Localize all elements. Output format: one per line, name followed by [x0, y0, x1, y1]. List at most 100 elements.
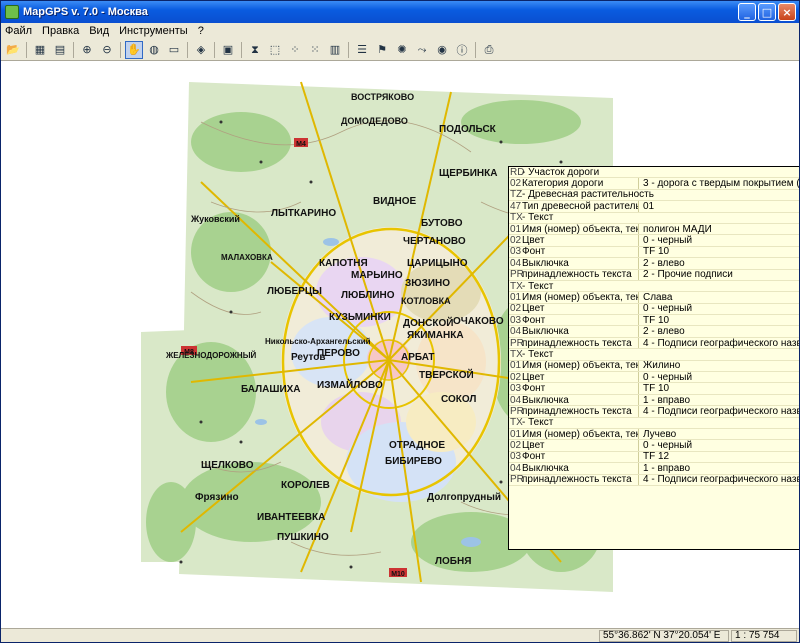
menu-tools[interactable]: Инструменты [119, 25, 188, 37]
map-label: СОКОЛ [441, 394, 476, 405]
info-label: Категория дороги [522, 178, 604, 190]
info-section-header[interactable]: TX - Текст [509, 212, 799, 224]
list-icon[interactable]: ☰ [353, 41, 371, 59]
info-value: 3 - дорога с твердым покрытием (шоссе) [638, 178, 799, 189]
info-section-header[interactable]: TX - Текст [509, 417, 799, 429]
map-label: МАРЬИНО [351, 270, 403, 281]
info-code: 01 [510, 292, 522, 303]
gps-icon[interactable]: ⚑ [373, 41, 391, 59]
info-attribute-row[interactable]: 03 Фонт TF 10 [509, 315, 799, 327]
info-section-header[interactable]: TZ - Древесная растительность [509, 189, 799, 202]
toolbar: 📂 ▦ ▤ ⊕ ⊖ ✋ ◍ ▭ ◈ ▣ ⧗ ⬚ ⁘ ⁙ ▥ ☰ ⚑ ✺ ⤳ ◉ … [1, 39, 799, 61]
map-label: Жуковский [190, 214, 240, 224]
info-attribute-row[interactable]: 02 Цвет 0 - черный [509, 372, 799, 384]
info-label: Имя (номер) объекта, текст [522, 428, 638, 440]
info-attribute-row[interactable]: 03 Фонт TF 10 [509, 383, 799, 395]
info-code: 02 [510, 372, 522, 383]
zoom-out-icon[interactable]: ⊖ [98, 41, 116, 59]
map-label: КОРОЛЕВ [281, 480, 330, 491]
map-label: ЛОБНЯ [435, 556, 471, 567]
info-code: 02 [510, 235, 522, 247]
menu-view[interactable]: Вид [89, 25, 109, 37]
info-attribute-row[interactable]: 01 Имя (номер) объекта, текст Слава [509, 292, 799, 304]
select-rect-icon[interactable]: ▭ [165, 41, 183, 59]
minimize-button[interactable]: _ [738, 3, 756, 21]
info-value: Жилино [638, 360, 799, 371]
hourglass-icon[interactable]: ⧗ [246, 41, 264, 59]
map-label: Фрязино [195, 492, 239, 503]
info-code: PR [510, 337, 524, 349]
close-button[interactable]: × [778, 3, 796, 21]
info-attribute-row[interactable]: PR принадлежность текста 4 - Подписи геогр… [509, 474, 799, 486]
info-attribute-row[interactable]: PR принадлежность текста 4 - Подписи геогр… [509, 337, 799, 350]
info-label: Цвет [522, 440, 545, 452]
map-canvas[interactable]: М4 М8 М10 ВОСТРЯКОВО ДОМОДЕДОВО ПОДОЛЬСК… [1, 62, 799, 628]
info-icon[interactable]: ⓘ [453, 41, 471, 59]
map-icon[interactable]: ▣ [219, 41, 237, 59]
print-icon[interactable]: ⎙ [480, 41, 498, 59]
info-label: - Текст [522, 212, 554, 224]
toolbar-separator [241, 41, 242, 58]
info-label: - Древесная растительность [522, 189, 654, 201]
toolbar-separator [475, 41, 476, 58]
info-attribute-row[interactable]: 01 Имя (номер) объекта, текст полигон МАДИ [509, 223, 799, 236]
menu-file[interactable]: Файл [5, 25, 32, 37]
info-value: 0 - черный [638, 303, 799, 315]
info-value: 2 - влево [638, 258, 799, 269]
info-section-header[interactable]: TX - Текст [509, 280, 799, 293]
info-attribute-row[interactable]: 03 Фонт TF 10 [509, 246, 799, 259]
map-label: Долгопрудный [427, 492, 501, 503]
compass-icon[interactable]: ◈ [192, 41, 210, 59]
info-code: RD [510, 167, 525, 178]
title-bar[interactable]: MapGPS v. 7.0 - Москва _ □ × [1, 1, 799, 23]
map-label: ЖЕЛЕЗНОДОРОЖНЫЙ [165, 351, 257, 360]
info-attribute-row[interactable]: PR принадлежность текста 4 - Подписи геогр… [509, 406, 799, 418]
layers-icon[interactable]: ▦ [31, 41, 49, 59]
menu-help[interactable]: ? [198, 25, 204, 37]
table-icon[interactable]: ▥ [326, 41, 344, 59]
info-value: полигон МАДИ [638, 223, 799, 235]
info-value: 1 - вправо [638, 463, 799, 474]
status-scale: 1 : 75 754 [731, 630, 797, 642]
info-attribute-row[interactable]: 02 Цвет 0 - черный [509, 235, 799, 247]
toolbar-separator [348, 41, 349, 58]
grid-dots-icon[interactable]: ⁙ [306, 41, 324, 59]
info-attribute-row[interactable]: 04 Выключка 1 - вправо [509, 394, 799, 407]
info-attribute-row[interactable]: 47Тип древесной растительности01 [509, 201, 799, 213]
info-attribute-row[interactable]: 02 Категория дороги 3 - дорога с твердым п… [509, 178, 799, 190]
grid-icon[interactable]: ▤ [51, 41, 69, 59]
open-icon[interactable]: 📂 [4, 41, 22, 59]
object-info-panel[interactable]: RD - Участок дороги 02 Категория дороги 3 - … [508, 166, 799, 550]
hand-icon[interactable]: ✋ [125, 40, 143, 59]
zoom-in-icon[interactable]: ⊕ [78, 41, 96, 59]
info-code: 03 [510, 315, 522, 326]
road-badge: М4 [296, 141, 306, 148]
info-attribute-row[interactable]: 03 Фонт TF 12 [509, 451, 799, 464]
info-attribute-row[interactable]: 04 Выключка 2 - влево [509, 258, 799, 270]
info-attribute-row[interactable]: 01 Имя (номер) объекта, текст Жилино [509, 360, 799, 373]
map-label: ВИДНОЕ [373, 196, 417, 207]
map-label: АРБАТ [401, 352, 435, 363]
scatter-icon[interactable]: ⁘ [286, 41, 304, 59]
menu-bar: Файл Правка Вид Инструменты ? [1, 23, 799, 39]
info-section-header[interactable]: RD - Участок дороги [509, 167, 799, 179]
globe-icon[interactable]: ◍ [145, 41, 163, 59]
satellite-icon[interactable]: ✺ [393, 41, 411, 59]
info-attribute-row[interactable]: 01 Имя (номер) объекта, текст Лучево [509, 428, 799, 441]
info-attribute-row[interactable]: PR принадлежность текста 2 - Прочие подпис… [509, 269, 799, 281]
menu-edit[interactable]: Правка [42, 25, 79, 37]
info-attribute-row[interactable]: 02 Цвет 0 - черный [509, 303, 799, 316]
info-attribute-row[interactable]: 04 Выключка 2 - влево [509, 326, 799, 338]
frame-icon[interactable]: ⬚ [266, 41, 284, 59]
record-icon[interactable]: ◉ [433, 41, 451, 59]
info-attribute-row[interactable]: 02 Цвет 0 - черный [509, 440, 799, 452]
map-label: БАЛАШИХА [241, 384, 301, 395]
info-code: TX [510, 212, 523, 224]
info-attribute-row[interactable]: 04 Выключка 1 - вправо [509, 463, 799, 475]
toolbar-separator [120, 41, 121, 58]
info-label: - Текст [522, 349, 554, 360]
route-icon[interactable]: ⤳ [413, 41, 431, 59]
info-code: 03 [510, 246, 522, 258]
info-section-header[interactable]: TX - Текст [509, 349, 799, 361]
maximize-button[interactable]: □ [758, 3, 776, 21]
